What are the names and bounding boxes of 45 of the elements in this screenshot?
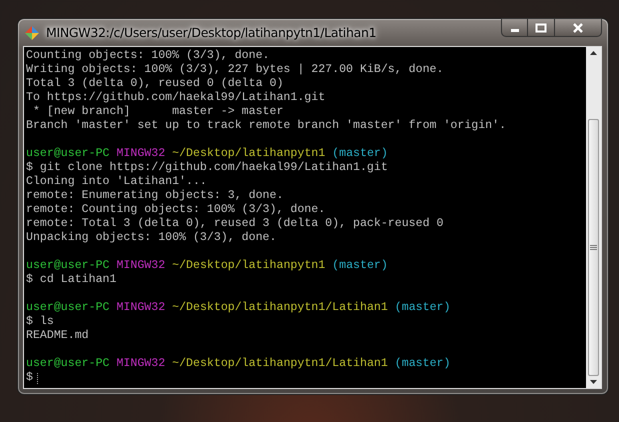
prompt-path: ~/Desktop/latihanpytn1 (172, 259, 326, 272)
maximize-button[interactable] (528, 18, 555, 37)
output-line: $ git clone https://github.com/haekal99/Latihan1.git (26, 161, 389, 175)
output-line: Branch 'master' set up to track remote branch 'master' from 'origin'. (26, 119, 508, 133)
output-line: * [new branch] master -> master (32, 105, 284, 119)
output-line: $ ls (26, 315, 55, 329)
text-cursor (36, 372, 39, 384)
prompt-branch: (master) (332, 147, 388, 160)
prompt-path: ~/Desktop/latihanpytn1/Latihan1 (172, 301, 388, 314)
prompt-user: user@user-PC (26, 357, 110, 370)
close-button[interactable] (555, 18, 602, 37)
output-line: remote: Total 3 (delta 0), reused 3 (delta 0), pack-reused 0 (26, 217, 444, 231)
prompt-user: user@user-PC (26, 147, 110, 160)
prompt-symbol: $ (26, 371, 33, 385)
prompt-user: user@user-PC (26, 301, 110, 314)
grip-icon (590, 244, 597, 250)
prompt-branch: (master) (332, 259, 388, 272)
window-title: MINGW32:/c/Users/user/Desktop/latihanpytn1/Latihan1 (46, 25, 376, 40)
prompt-path: ~/Desktop/latihanpytn1 (172, 147, 326, 160)
minimize-button[interactable] (501, 18, 528, 37)
prompt-branch: (master) (394, 301, 450, 314)
prompt-host: MINGW32 (116, 147, 166, 160)
output-line: Unpacking objects: 100% (3/3), done. (26, 231, 278, 245)
output-line: Writing objects: 100% (3/3), 227 bytes | 227.00 KiB/s, done. (26, 63, 444, 77)
prompt-host: MINGW32 (116, 301, 166, 314)
output-line: Cloning into 'Latihan1'... (26, 175, 208, 189)
scrollbar-thumb[interactable] (588, 119, 599, 376)
scrollbar[interactable] (586, 47, 601, 388)
close-icon (572, 22, 584, 32)
output-line: Total 3 (delta 0), reused 0 (delta 0) (26, 77, 284, 91)
prompt-host: MINGW32 (116, 357, 166, 370)
maximize-icon (535, 22, 547, 32)
prompt-branch: (master) (394, 357, 450, 370)
scroll-down-icon[interactable] (590, 380, 597, 384)
output-line: To https://github.com/haekal99/Latihan1.git (26, 91, 326, 105)
scroll-up-icon[interactable] (590, 51, 597, 55)
output-line: remote: Enumerating objects: 3, done. (26, 189, 284, 203)
output-line: $ cd Latihan1 (26, 273, 118, 287)
output-line: Counting objects: 100% (3/3), done. (26, 49, 271, 63)
output-line: README.md (26, 329, 90, 343)
prompt-path: ~/Desktop/latihanpytn1/Latihan1 (172, 357, 388, 370)
prompt-host: MINGW32 (116, 259, 166, 272)
prompt-user: user@user-PC (26, 259, 110, 272)
output-line: remote: Counting objects: 100% (3/3), done. (26, 203, 326, 217)
diamond-icon (24, 24, 40, 40)
